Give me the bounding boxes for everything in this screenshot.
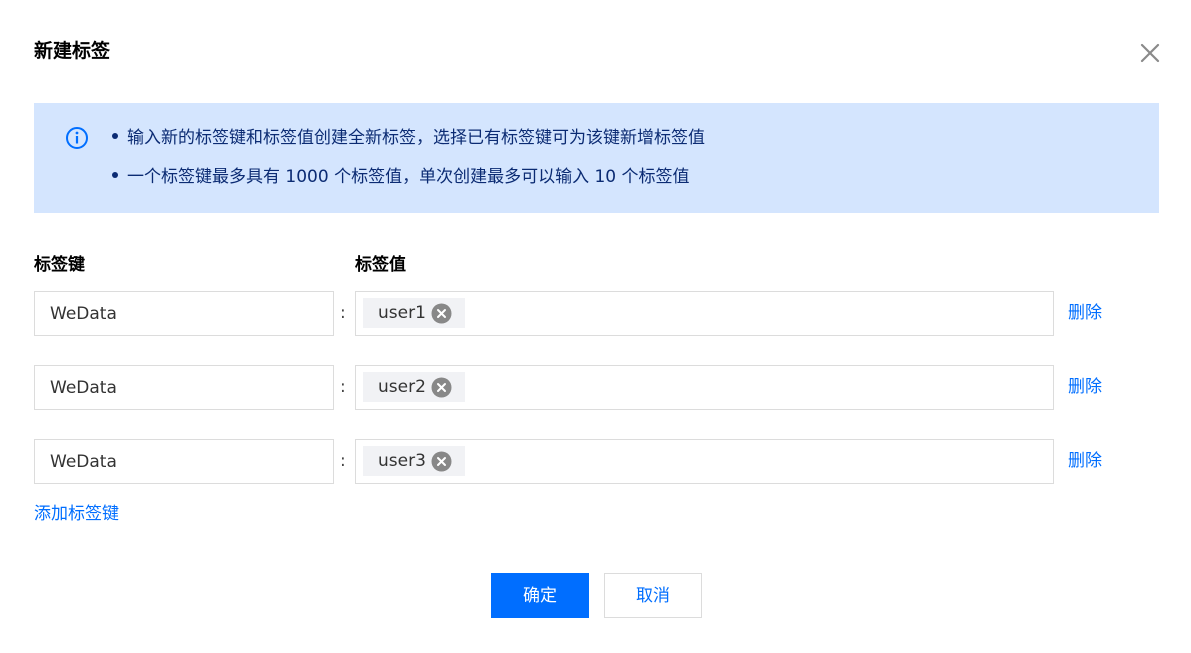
tag-value-input[interactable]: user1 xyxy=(355,291,1054,336)
notice-text: 输入新的标签键和标签值创建全新标签，选择已有标签键可为该键新增标签值 xyxy=(127,128,705,148)
separator: : xyxy=(340,377,346,397)
value-column-header: 标签值 xyxy=(355,255,406,275)
tag-value-chip: user1 xyxy=(363,298,465,328)
close-icon[interactable] xyxy=(1137,40,1163,66)
tag-value-input[interactable]: user2 xyxy=(355,365,1054,410)
tag-key-input[interactable]: WeData xyxy=(34,365,334,410)
dialog-title: 新建标签 xyxy=(34,40,111,62)
separator: : xyxy=(340,303,346,323)
delete-row-link[interactable]: 删除 xyxy=(1068,301,1102,325)
tag-row: WeData : user2 删除 xyxy=(0,365,1191,410)
tag-row: WeData : user1 删除 xyxy=(0,291,1191,336)
tag-key-value: WeData xyxy=(50,378,117,398)
tag-key-value: WeData xyxy=(50,452,117,472)
delete-row-link[interactable]: 删除 xyxy=(1068,375,1102,399)
info-notice: 输入新的标签键和标签值创建全新标签，选择已有标签键可为该键新增标签值 一个标签键… xyxy=(34,103,1159,213)
remove-circle-icon[interactable] xyxy=(431,303,452,324)
tag-value-text: user1 xyxy=(378,303,426,323)
tag-value-text: user2 xyxy=(378,377,426,397)
bullet-dot xyxy=(112,133,118,139)
separator: : xyxy=(340,451,346,471)
key-column-header: 标签键 xyxy=(34,255,85,275)
add-tag-key-link[interactable]: 添加标签键 xyxy=(34,502,119,526)
tag-value-text: user3 xyxy=(378,451,426,471)
notice-line: 一个标签键最多具有 1000 个标签值，单次创建最多可以输入 10 个标签值 xyxy=(112,165,690,189)
tag-key-value: WeData xyxy=(50,304,117,324)
remove-circle-icon[interactable] xyxy=(431,451,452,472)
tag-key-input[interactable]: WeData xyxy=(34,439,334,484)
cancel-button[interactable]: 取消 xyxy=(604,573,702,618)
tag-row: WeData : user3 删除 xyxy=(0,439,1191,484)
delete-row-link[interactable]: 删除 xyxy=(1068,449,1102,473)
notice-line: 输入新的标签键和标签值创建全新标签，选择已有标签键可为该键新增标签值 xyxy=(112,126,705,150)
remove-circle-icon[interactable] xyxy=(431,377,452,398)
bullet-dot xyxy=(112,172,118,178)
tag-key-input[interactable]: WeData xyxy=(34,291,334,336)
tag-value-chip: user2 xyxy=(363,372,465,402)
info-circle-icon xyxy=(65,126,89,150)
notice-text: 一个标签键最多具有 1000 个标签值，单次创建最多可以输入 10 个标签值 xyxy=(127,167,690,187)
confirm-button[interactable]: 确定 xyxy=(491,573,589,618)
tag-value-input[interactable]: user3 xyxy=(355,439,1054,484)
new-tag-dialog: 新建标签 输入新的标签键和标签值创建全新标签，选择已有标签键可为该键新增标签值 … xyxy=(0,0,1191,653)
tag-value-chip: user3 xyxy=(363,446,465,476)
